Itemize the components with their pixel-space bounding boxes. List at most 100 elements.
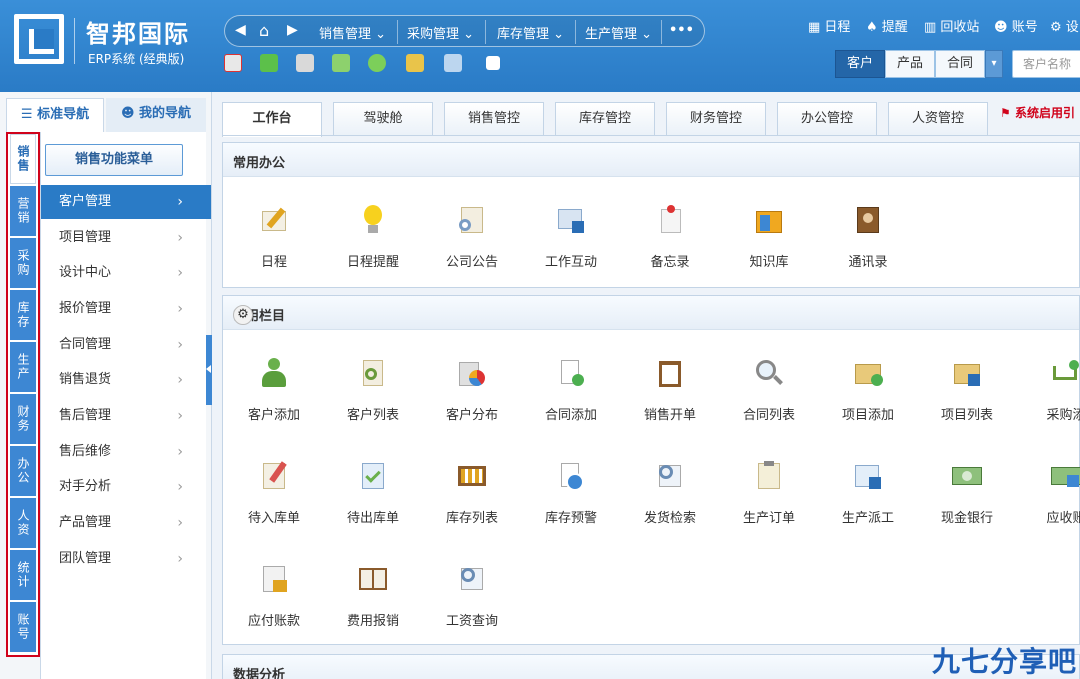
app-customer-distribution[interactable]: 客户分布 bbox=[422, 358, 522, 423]
app-production-order[interactable]: 生产订单 bbox=[719, 461, 819, 526]
menu-item-project[interactable]: 项目管理 › bbox=[41, 221, 211, 255]
scope-customer-button[interactable]: 客户 bbox=[835, 50, 885, 78]
scope-product-button[interactable]: 产品 bbox=[885, 50, 935, 78]
app-payables[interactable]: 应付账款 bbox=[224, 564, 324, 629]
wechat-icon[interactable] bbox=[368, 54, 386, 72]
tab-inventory-control[interactable]: 库存管控 bbox=[555, 102, 655, 136]
app-inventory-list[interactable]: 库存列表 bbox=[422, 461, 522, 526]
tab-office-control[interactable]: 办公管控 bbox=[777, 102, 877, 136]
app-schedule[interactable]: 日程 bbox=[224, 205, 324, 270]
add-shortcut-icon[interactable] bbox=[486, 56, 500, 70]
app-shipment-search[interactable]: 发货检索 bbox=[620, 461, 720, 526]
nav-forward-icon[interactable]: ▶ bbox=[287, 22, 298, 38]
recycle-bin-link[interactable]: ▥ 回收站 bbox=[924, 16, 979, 35]
menu-item-repair[interactable]: 售后维修 › bbox=[41, 435, 211, 469]
top-nav-sales[interactable]: 销售管理 ⌄ bbox=[319, 23, 386, 42]
app-schedule-reminder[interactable]: 日程提醒 bbox=[323, 205, 423, 270]
module-finance[interactable]: 财务 bbox=[10, 394, 36, 444]
scope-contract-button[interactable]: 合同 bbox=[935, 50, 985, 78]
app-customer-list[interactable]: 客户列表 bbox=[323, 358, 423, 423]
tab-cockpit[interactable]: 驾驶舱 bbox=[333, 102, 433, 136]
app-expense-claim[interactable]: 费用报销 bbox=[323, 564, 423, 629]
module-account[interactable]: 账号 bbox=[10, 602, 36, 652]
tab-finance-control[interactable]: 财务管控 bbox=[666, 102, 766, 136]
app-knowledge-base[interactable]: 知识库 bbox=[719, 205, 819, 270]
payable-icon bbox=[259, 564, 289, 594]
panel-header: 常用栏目 ⚙ bbox=[223, 296, 1079, 330]
megaphone-icon[interactable] bbox=[224, 54, 242, 72]
app-pending-outbound[interactable]: 待出库单 bbox=[323, 461, 423, 526]
tab-standard-nav[interactable]: ☰ 标准导航 bbox=[6, 98, 104, 132]
grid-app-icon[interactable] bbox=[406, 54, 424, 72]
ledger-icon bbox=[358, 564, 388, 594]
module-production[interactable]: 生产 bbox=[10, 342, 36, 392]
account-link[interactable]: ☻ 账号 bbox=[994, 16, 1038, 35]
module-statistics[interactable]: 统计 bbox=[10, 550, 36, 600]
menu-item-product[interactable]: 产品管理 › bbox=[41, 506, 211, 540]
app-header: 智邦国际 ERP系统 (经典版) ◀ ⌂ ▶ 销售管理 ⌄ 采购管理 ⌄ 库存管… bbox=[0, 0, 1080, 92]
app-cash-bank[interactable]: 现金银行 bbox=[917, 461, 1017, 526]
gear-icon[interactable]: ⚙ bbox=[233, 305, 253, 325]
nav-back-icon[interactable]: ◀ bbox=[235, 22, 246, 38]
module-office[interactable]: 办公 bbox=[10, 446, 36, 496]
module-purchase[interactable]: 采购 bbox=[10, 238, 36, 288]
tab-workbench[interactable]: 工作台 bbox=[222, 102, 322, 137]
phone-icon[interactable] bbox=[260, 54, 278, 72]
reminder-link[interactable]: ♠ 提醒 bbox=[866, 16, 908, 35]
app-memo[interactable]: 备忘录 bbox=[620, 205, 720, 270]
columns-panel: 常用栏目 ⚙ 客户添加 客户列表 客户分布 合同添加 销售开单 合同列表 项目添加… bbox=[222, 295, 1080, 645]
app-project-add[interactable]: 项目添加 bbox=[818, 358, 918, 423]
app-address-book[interactable]: 通讯录 bbox=[818, 205, 918, 270]
tab-hr-control[interactable]: 人资管控 bbox=[888, 102, 988, 136]
menu-item-team[interactable]: 团队管理 › bbox=[41, 542, 211, 576]
app-purchase-add[interactable]: 采购添 bbox=[1016, 358, 1080, 423]
divider bbox=[485, 20, 486, 44]
app-salary-query[interactable]: 工资查询 bbox=[422, 564, 522, 629]
logo-title: 智邦国际 bbox=[86, 20, 190, 48]
menu-item-after-sales[interactable]: 售后管理 › bbox=[41, 399, 211, 433]
scope-dropdown-icon[interactable]: ▾ bbox=[985, 50, 1003, 78]
module-rail: 销售 营销 采购 库存 生产 财务 办公 人资 统计 账号 bbox=[6, 132, 40, 657]
menu-item-quote[interactable]: 报价管理 › bbox=[41, 292, 211, 326]
menu-item-contract[interactable]: 合同管理 › bbox=[41, 328, 211, 362]
function-menu-panel: 销售功能菜单 客户管理 › 项目管理 › 设计中心 › 报价管理 › 合同管理 › 销售退… bbox=[40, 132, 211, 679]
schedule-link[interactable]: ▦ 日程 bbox=[808, 16, 850, 35]
app-work-interaction[interactable]: 工作互动 bbox=[521, 205, 621, 270]
app-project-list[interactable]: 项目列表 bbox=[917, 358, 1017, 423]
menu-item-competitor[interactable]: 对手分析 › bbox=[41, 470, 211, 504]
home-icon[interactable]: ⌂ bbox=[259, 21, 269, 40]
module-inventory[interactable]: 库存 bbox=[10, 290, 36, 340]
app-contract-add[interactable]: 合同添加 bbox=[521, 358, 621, 423]
mail-icon[interactable] bbox=[332, 54, 350, 72]
app-receivables[interactable]: 应收账 bbox=[1016, 461, 1080, 526]
app-sales-order[interactable]: 销售开单 bbox=[620, 358, 720, 423]
system-guide-link[interactable]: ⚑ 系统启用引 bbox=[1000, 104, 1075, 121]
document-icon[interactable] bbox=[444, 54, 462, 72]
more-menu-button[interactable]: ••• bbox=[669, 23, 694, 38]
menu-item-sales-return[interactable]: 销售退货 › bbox=[41, 363, 211, 397]
sales-function-menu-button[interactable]: 销售功能菜单 bbox=[45, 144, 183, 176]
printer-icon[interactable] bbox=[296, 54, 314, 72]
divider bbox=[661, 20, 662, 44]
app-contract-list[interactable]: 合同列表 bbox=[719, 358, 819, 423]
module-marketing[interactable]: 营销 bbox=[10, 186, 36, 236]
settings-link[interactable]: ⚙ 设 bbox=[1050, 16, 1079, 35]
pie-chart-icon bbox=[457, 358, 487, 388]
module-hr[interactable]: 人资 bbox=[10, 498, 36, 548]
top-nav-purchase[interactable]: 采购管理 ⌄ bbox=[407, 23, 474, 42]
menu-item-customer[interactable]: 客户管理 › bbox=[41, 185, 211, 219]
app-inventory-alert[interactable]: 库存预警 bbox=[521, 461, 621, 526]
app-customer-add[interactable]: 客户添加 bbox=[224, 358, 324, 423]
app-pending-inbound[interactable]: 待入库单 bbox=[224, 461, 324, 526]
top-nav-inventory[interactable]: 库存管理 ⌄ bbox=[497, 23, 564, 42]
search-input[interactable]: 客户名称 bbox=[1012, 50, 1080, 78]
document-search-icon bbox=[457, 205, 487, 235]
tab-my-nav[interactable]: ☻ 我的导航 bbox=[106, 98, 206, 132]
app-company-notice[interactable]: 公司公告 bbox=[422, 205, 522, 270]
menu-item-design[interactable]: 设计中心 › bbox=[41, 256, 211, 290]
top-nav-production[interactable]: 生产管理 ⌄ bbox=[585, 23, 652, 42]
module-sales[interactable]: 销售 bbox=[10, 134, 36, 184]
tab-sales-control[interactable]: 销售管控 bbox=[444, 102, 544, 136]
folder-add-icon bbox=[853, 358, 883, 388]
app-production-dispatch[interactable]: 生产派工 bbox=[818, 461, 918, 526]
